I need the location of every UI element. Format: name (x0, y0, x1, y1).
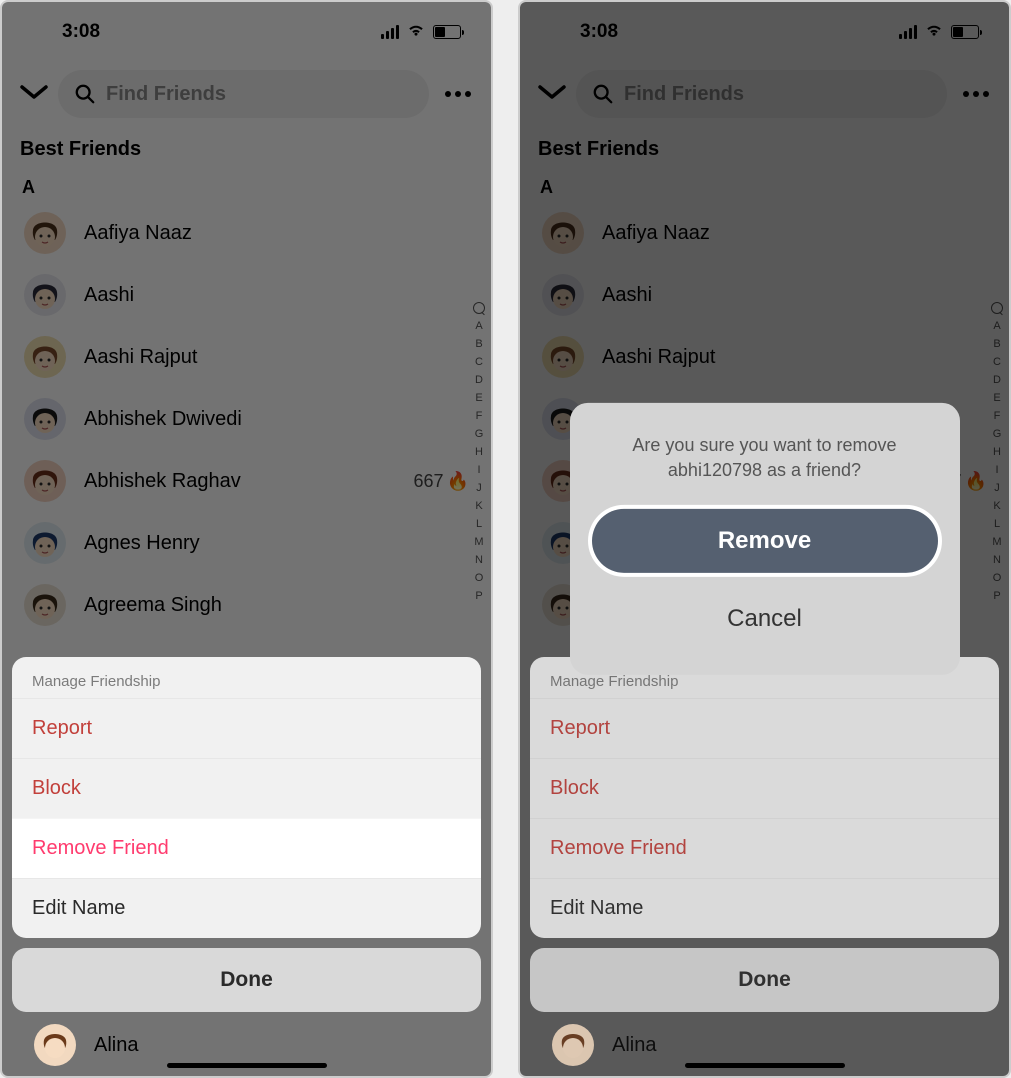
wifi-icon (407, 21, 425, 43)
friend-name: Aafiya Naaz (84, 222, 469, 245)
action-sheet-right: Manage Friendship Report Block Remove Fr… (530, 657, 999, 1066)
confirm-remove-highlight: Remove (588, 505, 942, 577)
streak-count: 667🔥 (414, 471, 469, 492)
index-letter[interactable]: I (477, 464, 480, 476)
index-letter[interactable]: A (475, 320, 482, 332)
sheet-report[interactable]: Report (12, 698, 481, 758)
avatar (24, 274, 66, 316)
status-time: 3:08 (62, 21, 100, 43)
confirm-line2: abhi120798 as a friend? (668, 460, 861, 480)
cellular-icon (381, 25, 399, 39)
confirm-message: Are you sure you want to remove abhi1207… (588, 433, 942, 505)
peek-row: Alina (12, 1024, 481, 1066)
sheet-card: Manage Friendship Report Block Remove Fr… (12, 657, 481, 938)
peek-name: Alina (94, 1034, 459, 1057)
sheet-report[interactable]: Report (530, 698, 999, 758)
home-indicator (685, 1063, 845, 1068)
index-letter[interactable]: F (476, 410, 483, 422)
avatar (24, 584, 66, 626)
index-letter[interactable]: G (475, 428, 484, 440)
phone-left: 3:08 Find Friends Best Friends A Aafiya … (0, 0, 493, 1078)
peek-row: Alina (530, 1024, 999, 1066)
index-letter[interactable]: P (475, 590, 482, 602)
confirm-dialog: Are you sure you want to remove abhi1207… (570, 403, 960, 675)
list-item[interactable]: Abhishek Dwivedi (2, 388, 491, 450)
list-item[interactable]: Abhishek Raghav 667🔥 (2, 450, 491, 512)
avatar (24, 212, 66, 254)
index-letter[interactable]: M (474, 536, 483, 548)
home-indicator (167, 1063, 327, 1068)
list-item[interactable]: Agreema Singh (2, 574, 491, 636)
status-icons (381, 21, 461, 43)
confirm-remove-button[interactable]: Remove (592, 509, 938, 573)
letter-A: A (2, 171, 491, 202)
friend-name: Abhishek Raghav (84, 470, 396, 493)
avatar (24, 336, 66, 378)
chevron-down-icon[interactable] (20, 83, 48, 106)
index-rail-left[interactable]: ABCDEFGHIJKLMNOP (473, 302, 485, 602)
search-input[interactable]: Find Friends (58, 70, 429, 118)
friend-name: Abhishek Dwivedi (84, 408, 469, 431)
index-letter[interactable]: B (475, 338, 482, 350)
index-letter[interactable]: E (475, 392, 482, 404)
done-button[interactable]: Done (12, 948, 481, 1012)
index-letter[interactable]: O (475, 572, 484, 584)
sheet-edit-name[interactable]: Edit Name (530, 878, 999, 938)
sheet-card: Manage Friendship Report Block Remove Fr… (530, 657, 999, 938)
sheet-block[interactable]: Block (12, 758, 481, 818)
action-sheet-left: Manage Friendship Report Block Remove Fr… (12, 657, 481, 1066)
confirm-cancel-button[interactable]: Cancel (588, 587, 942, 651)
list-item[interactable]: Agnes Henry (2, 512, 491, 574)
sheet-remove-friend[interactable]: Remove Friend (530, 818, 999, 878)
sheet-remove-friend[interactable]: Remove Friend (12, 818, 481, 878)
more-icon[interactable] (439, 91, 473, 97)
avatar (24, 398, 66, 440)
header: Find Friends (2, 62, 491, 132)
friend-name: Aashi (84, 284, 469, 307)
friend-name: Agnes Henry (84, 532, 469, 555)
sheet-title: Manage Friendship (12, 657, 481, 698)
list-item[interactable]: Aashi Rajput (2, 326, 491, 388)
list-item[interactable]: Aashi (2, 264, 491, 326)
index-letter[interactable]: L (476, 518, 482, 530)
phone-right: 3:08 Find Friends Best Friends A Aafiya … (518, 0, 1011, 1078)
avatar (24, 460, 66, 502)
section-best-friends: Best Friends (2, 132, 491, 171)
search-icon (74, 83, 96, 105)
friend-name: Agreema Singh (84, 594, 469, 617)
sheet-block[interactable]: Block (530, 758, 999, 818)
done-button[interactable]: Done (530, 948, 999, 1012)
avatar (34, 1024, 76, 1066)
friend-name: Aashi Rajput (84, 346, 469, 369)
index-letter[interactable]: H (475, 446, 483, 458)
battery-icon (433, 25, 461, 39)
index-letter[interactable]: J (476, 482, 482, 494)
index-letter[interactable]: N (475, 554, 483, 566)
friend-list-left[interactable]: Aafiya Naaz Aashi Aashi Rajput Abhishek … (2, 202, 491, 636)
index-letter[interactable]: C (475, 356, 483, 368)
index-letter[interactable]: K (475, 500, 482, 512)
avatar (24, 522, 66, 564)
list-item[interactable]: Aafiya Naaz (2, 202, 491, 264)
search-placeholder: Find Friends (106, 83, 226, 106)
status-bar: 3:08 (2, 2, 491, 62)
confirm-line1: Are you sure you want to remove (632, 435, 896, 455)
index-letter[interactable]: D (475, 374, 483, 386)
peek-name: Alina (612, 1034, 977, 1057)
flame-icon: 🔥 (447, 471, 469, 492)
sheet-edit-name[interactable]: Edit Name (12, 878, 481, 938)
index-search-icon[interactable] (473, 302, 485, 314)
avatar (552, 1024, 594, 1066)
